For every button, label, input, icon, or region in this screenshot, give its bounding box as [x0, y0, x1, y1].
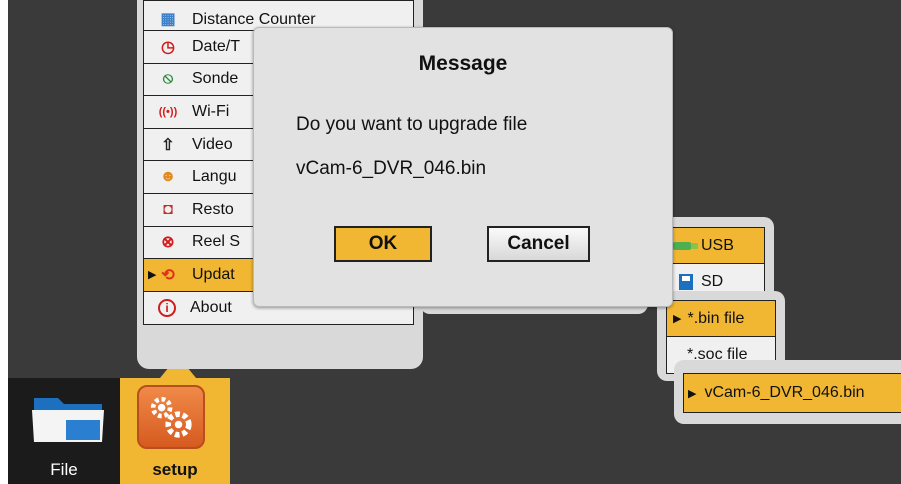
setup-app-label: setup [152, 460, 198, 479]
setup-app-button[interactable]: setup [120, 378, 230, 484]
filetype-item-label: *.bin file [687, 309, 745, 327]
calculator-icon: ▦ [160, 11, 176, 28]
clock-icon: ◷ [161, 38, 175, 56]
filetype-item-bin[interactable]: ▶ *.bin file [667, 301, 775, 337]
people-icon: ☻ [159, 168, 177, 186]
file-item-selected[interactable]: ▶ vCam-6_DVR_046.bin [683, 373, 901, 413]
selected-arrow-icon: ▶ [148, 269, 157, 282]
video-export-icon: ⇧ [161, 136, 175, 154]
left-border [0, 0, 8, 484]
menu-item-label: Langu [192, 168, 237, 186]
message-dialog: Message Do you want to upgrade file vCam… [253, 27, 673, 307]
dialog-filename: vCam-6_DVR_046.bin [296, 158, 487, 179]
cancel-button[interactable]: Cancel [487, 226, 590, 262]
storage-item-label: SD [701, 273, 724, 290]
sonde-icon: ⦸ [162, 70, 174, 88]
menu-item-label: Date/T [192, 37, 241, 55]
menu-item-label: Video [192, 135, 233, 153]
storage-item-label: USB [701, 236, 734, 254]
menu-item-label: Reel S [192, 233, 241, 251]
file-app-button[interactable]: File [8, 378, 120, 484]
restore-icon: ◘ [163, 200, 173, 218]
dialog-title: Message [418, 52, 508, 75]
menu-item-label: About [190, 299, 232, 317]
selected-arrow-icon: ▶ [688, 387, 697, 400]
reel-icon: ⊗ [161, 234, 175, 252]
dialog-message: Do you want to upgrade file [296, 114, 528, 135]
ok-button[interactable]: OK [334, 226, 432, 262]
file-item-label: vCam-6_DVR_046.bin [704, 384, 865, 401]
sd-card-icon [671, 274, 701, 290]
storage-menu-list: USB SD [670, 227, 765, 301]
selected-arrow-icon: ▶ [673, 313, 682, 325]
update-icon: ⟲ [161, 266, 175, 284]
menu-item-label: Updat [192, 265, 235, 283]
gears-icon [137, 385, 205, 449]
wifi-icon: ((•)) [158, 105, 178, 118]
menu-item-label: Wi-Fi [192, 102, 230, 120]
usb-icon [671, 240, 701, 252]
menu-item-label: Sonde [192, 70, 239, 88]
folder-icon [32, 398, 104, 442]
file-app-label: File [50, 460, 78, 479]
storage-item-usb[interactable]: USB [671, 228, 764, 264]
menu-item-label: Resto [192, 200, 234, 218]
info-icon: i [158, 299, 176, 318]
